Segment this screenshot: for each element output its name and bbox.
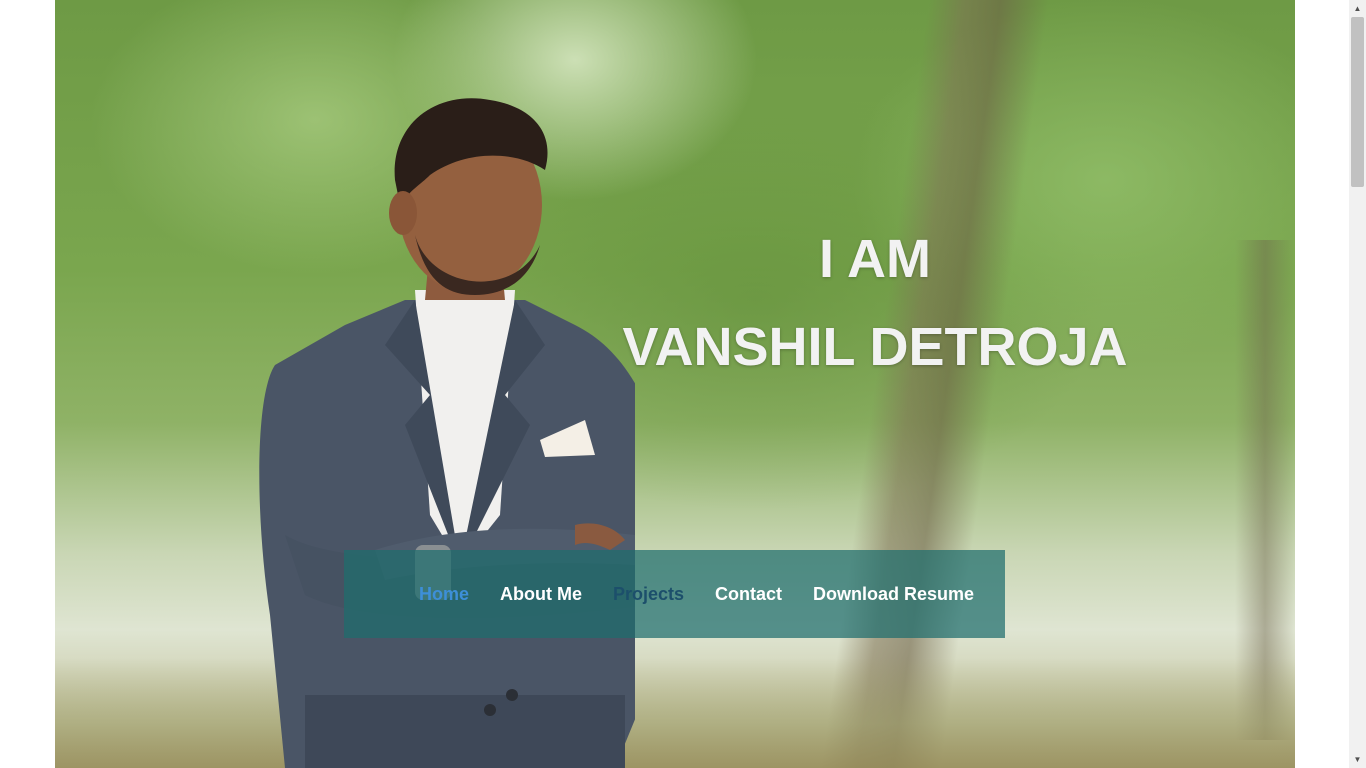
profile-photo-person bbox=[259, 98, 635, 768]
nav-link-download-resume[interactable]: Download Resume bbox=[813, 584, 974, 605]
nav-link-about-me[interactable]: About Me bbox=[500, 584, 582, 605]
nav-link-home[interactable]: Home bbox=[419, 584, 469, 605]
nav-link-projects[interactable]: Projects bbox=[613, 584, 684, 605]
scroll-down-arrow-icon[interactable]: ▼ bbox=[1349, 751, 1366, 768]
scrollbar-thumb[interactable] bbox=[1351, 17, 1364, 187]
hero-heading-line1: I AM bbox=[819, 229, 931, 289]
scroll-up-arrow-icon[interactable]: ▲ bbox=[1349, 0, 1366, 17]
hero-heading-name: VANSHIL DETROJA bbox=[622, 317, 1128, 377]
nav-link-contact[interactable]: Contact bbox=[715, 584, 782, 605]
page-scrollbar[interactable]: ▲ ▼ bbox=[1349, 0, 1366, 768]
hero-section: I AM VANSHIL DETROJA bbox=[55, 0, 1295, 768]
main-navigation: Home About Me Projects Contact Download … bbox=[344, 550, 1005, 638]
hero-heading: I AM VANSHIL DETROJA bbox=[610, 215, 1140, 391]
